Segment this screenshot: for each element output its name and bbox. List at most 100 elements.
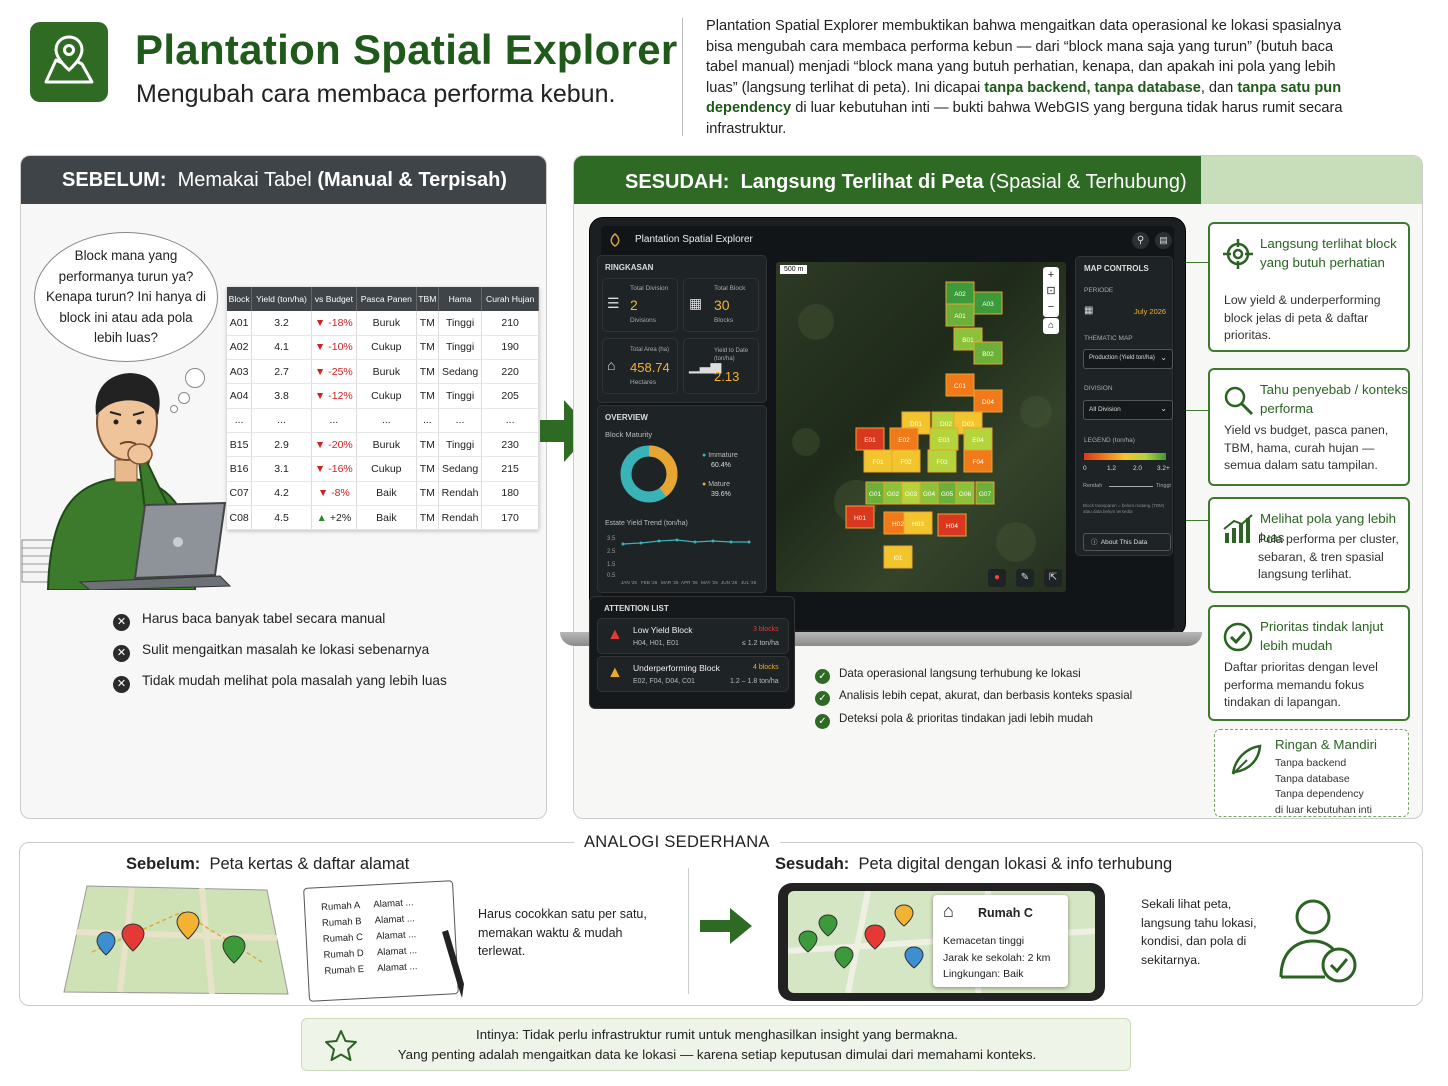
summary-heading: RINGKASAN — [605, 263, 654, 272]
legend-gradient — [1084, 453, 1166, 460]
map-block-e03[interactable]: E03 — [929, 427, 959, 451]
location-popup[interactable]: ⌂ Rumah C Kemacetan tinggi Jarak ke sekol… — [933, 895, 1068, 987]
map-block-g02[interactable]: G02 — [883, 481, 903, 505]
chevron-down-icon: ⌄ — [1160, 353, 1167, 362]
block-map[interactable]: A02 A03 A01 B01 B02 C01 D01 D02 D03 D04 E01 E02 E03 E… — [776, 262, 1066, 592]
table-cell: ... — [481, 408, 539, 433]
check-circle-icon: ✓ — [815, 691, 830, 706]
map-block-g07[interactable]: G07 — [975, 481, 995, 505]
search-icon[interactable]: ⚲ — [1132, 232, 1149, 249]
table-body: A01 3.2 ▼ -18% Buruk TM Tinggi 210 A02 4.1 ▼ -10%… — [227, 311, 539, 531]
print-icon[interactable]: ▤ — [1155, 232, 1172, 249]
svg-text:H01: H01 — [854, 515, 866, 522]
address-notebook: Rumah A Alamat ... Rumah B Alamat ... Ruma… — [303, 880, 459, 1002]
map-block-h03[interactable]: H03 — [903, 511, 933, 535]
pen-tool-icon[interactable]: ✎ — [1016, 569, 1034, 587]
map-block-e04[interactable]: E04 — [963, 427, 993, 451]
analogy-before-text: Harus cocokkan satu per satu, memakan wa… — [478, 907, 647, 958]
map-block-e01[interactable]: E01 — [855, 427, 885, 451]
map-block-i01[interactable]: I01 — [883, 545, 913, 569]
svg-text:APR '26: APR '26 — [681, 580, 698, 585]
map-block-g04[interactable]: G04 — [919, 481, 939, 505]
table-cell: 4.5 — [251, 505, 312, 531]
table-cell: Tinggi — [438, 335, 483, 361]
table-cell: ▼ -12% — [311, 383, 357, 409]
table-row: B16 3.1 ▼ -16% Cukup TM Sedang 215 — [227, 456, 539, 482]
svg-text:G01: G01 — [869, 491, 882, 498]
growth-chart-icon — [1223, 514, 1253, 543]
map-block-f02[interactable]: F02 — [891, 449, 921, 473]
table-cell: 3.8 — [251, 383, 312, 409]
table-cell: A01 — [227, 311, 253, 336]
home-icon[interactable]: ⌂ — [1043, 318, 1059, 334]
map-block-a02[interactable]: A02 — [945, 281, 975, 305]
pin-tool-icon[interactable]: ● — [988, 569, 1006, 587]
map-block-d04[interactable]: D04 — [973, 389, 1003, 413]
periode-value[interactable]: July 2026 — [1134, 307, 1166, 316]
map-block-f01[interactable]: F01 — [863, 449, 893, 473]
map-block-a01[interactable]: A01 — [945, 303, 975, 327]
map-block-a03[interactable]: A03 — [973, 291, 1003, 315]
table-cell: ▼ -20% — [311, 432, 357, 458]
table-cell: Cukup — [356, 383, 417, 409]
map-block-f03[interactable]: F03 — [927, 449, 957, 473]
map-block-g03[interactable]: G03 — [901, 481, 921, 505]
zoom-reset-button[interactable]: ⊡ — [1043, 283, 1059, 299]
table-row: A02 4.1 ▼ -10% Cukup TM Tinggi 190 — [227, 335, 539, 361]
map-pin-icon — [44, 35, 94, 84]
map-block-e02[interactable]: E02 — [889, 427, 919, 451]
attention-item-underperforming[interactable]: ▲ Underperforming Block 4 blocks E02, F0… — [597, 656, 789, 692]
page-title: Plantation Spatial Explorer — [135, 26, 678, 73]
table-cell: 230 — [481, 432, 539, 458]
svg-text:F04: F04 — [972, 459, 984, 466]
map-block-g01[interactable]: G01 — [865, 481, 885, 505]
table-cell: Tinggi — [438, 311, 483, 336]
svg-text:FEB '26: FEB '26 — [641, 580, 658, 585]
division-select[interactable]: All Division ⌄ — [1083, 400, 1173, 420]
map-block-g06[interactable]: G06 — [955, 481, 975, 505]
benefit-item: ✓ Data operasional langsung terhubung ke … — [815, 667, 1081, 684]
address-item: Rumah E Alamat ... — [324, 961, 418, 977]
about-data-button[interactable]: ⓘ About This Data — [1083, 533, 1171, 551]
map-block-g05[interactable]: G05 — [937, 481, 957, 505]
zoom-in-button[interactable]: + — [1043, 267, 1059, 283]
svg-text:H02: H02 — [892, 521, 904, 528]
map-block-h01[interactable]: H01 — [845, 505, 875, 529]
table-cell: ▼ -8% — [311, 481, 357, 506]
table-cell: Sedang — [438, 359, 483, 385]
table-cell: TM — [416, 432, 439, 458]
table-cell: TM — [416, 505, 439, 531]
app-logo — [30, 22, 108, 102]
table-cell: ▼ -10% — [311, 335, 357, 361]
map-block-h04[interactable]: H04 — [937, 513, 967, 537]
zoom-out-button[interactable]: − — [1043, 299, 1059, 315]
map-block-b02[interactable]: B02 — [973, 341, 1003, 365]
thematic-select[interactable]: Production (Yield ton/ha) ⌄ — [1083, 349, 1173, 369]
legend-mature: ● Mature — [702, 481, 730, 488]
map-block-c01[interactable]: C01 — [945, 373, 975, 397]
svg-text:E03: E03 — [938, 437, 950, 444]
target-icon — [1223, 239, 1253, 269]
before-header: SEBELUM: Memakai Tabel (Manual & Terpisa… — [21, 156, 546, 204]
kpi-yield-to-date: ▁▃▅ Yield to Date (ton/ha) 2.13 — [683, 338, 759, 394]
attention-item-low-yield[interactable]: ▲ Low Yield Block 3 blocks H04, H01, E01… — [597, 618, 789, 654]
svg-text:F02: F02 — [900, 459, 912, 466]
svg-text:A03: A03 — [982, 301, 994, 308]
map-pin-icon — [904, 946, 924, 969]
svg-text:D03: D03 — [962, 421, 974, 428]
table-cell: Rendah — [438, 481, 483, 506]
table-cell: TM — [416, 335, 439, 361]
table-cell: ▼ -18% — [311, 311, 357, 336]
table-cell: Sedang — [438, 456, 483, 482]
yield-trend-chart: 3.5 2.5 1.5 0.5 JAN '26 FEB '26 MAR '26 … — [607, 536, 757, 585]
map-block-f04[interactable]: F04 — [963, 449, 993, 473]
export-icon[interactable]: ⇱ — [1044, 569, 1062, 587]
svg-text:G05: G05 — [941, 491, 954, 498]
attention-list: ATTENTION LIST ▲ Low Yield Block 3 block… — [589, 596, 795, 709]
after-header-accent — [1201, 156, 1422, 204]
app-title: Plantation Spatial Explorer — [635, 234, 753, 245]
thought-text: Block mana yang performanya turun ya? Ke… — [45, 248, 207, 346]
table-cell: 220 — [481, 359, 539, 385]
table-header-row: Block Yield (ton/ha) vs Budget Pasca Panen T… — [227, 287, 539, 311]
table-cell: 4.2 — [251, 481, 312, 506]
